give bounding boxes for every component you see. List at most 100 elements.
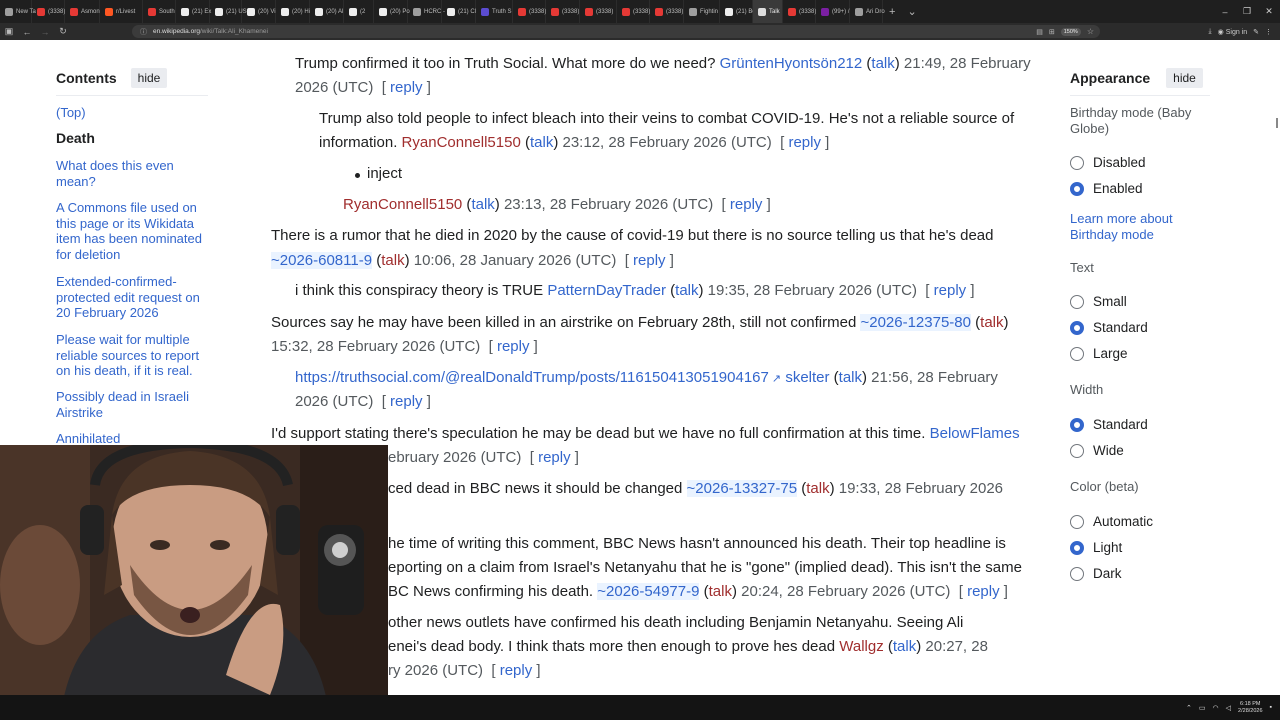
radio-option[interactable]: Enabled — [1070, 181, 1143, 196]
network-icon[interactable]: ▭ — [1199, 704, 1206, 712]
radio-option[interactable]: Large — [1070, 346, 1128, 361]
browser-tab[interactable]: (21) Ex — [176, 0, 211, 23]
notification-icon[interactable]: ▪ — [1270, 704, 1272, 711]
downloads-icon[interactable]: ⤓ — [1209, 28, 1212, 36]
scrollbar-thumb[interactable] — [1276, 118, 1278, 128]
talk-link[interactable]: talk — [381, 252, 404, 269]
browser-tab[interactable]: (20) Vi — [242, 0, 276, 23]
user-link[interactable]: BelowFlames — [930, 425, 1020, 442]
talk-link[interactable]: talk — [709, 583, 732, 600]
browser-tab[interactable]: (20) Hi — [276, 0, 310, 23]
reply-link[interactable]: reply — [390, 393, 423, 410]
radio-option[interactable]: Standard — [1070, 417, 1148, 432]
menu-icon[interactable]: ⋮ — [1265, 28, 1272, 36]
radio-button[interactable] — [1070, 346, 1084, 361]
user-link[interactable]: ~2026-60811-9 — [271, 252, 373, 269]
user-link[interactable]: ~2026-54977-9 — [597, 583, 700, 600]
reply-link[interactable]: reply — [538, 449, 571, 466]
reply-link[interactable]: reply — [497, 338, 530, 355]
radio-option[interactable]: Standard — [1070, 320, 1148, 335]
volume-icon[interactable]: ◁ — [1226, 704, 1231, 712]
new-tab-button[interactable]: + — [883, 6, 901, 18]
toc-hide-button[interactable]: hide — [130, 68, 168, 88]
bookmark-star-icon[interactable]: ☆ — [1087, 27, 1094, 36]
browser-tab[interactable]: (3338) — [580, 0, 617, 23]
user-link[interactable]: skelter — [785, 369, 829, 386]
tray-chevron-icon[interactable]: ⌃ — [1186, 704, 1192, 712]
browser-tab[interactable]: Asmon — [65, 0, 100, 23]
appearance-hide-button[interactable]: hide — [1166, 68, 1203, 88]
radio-option[interactable]: Light — [1070, 540, 1122, 555]
talk-link[interactable]: talk — [893, 638, 916, 655]
toc-item[interactable]: (Top) — [56, 105, 206, 121]
browser-tab[interactable]: (2 — [344, 0, 374, 23]
toc-item[interactable]: What does this even mean? — [56, 158, 206, 189]
radio-option[interactable]: Dark — [1070, 566, 1122, 581]
radio-option[interactable]: Automatic — [1070, 514, 1153, 529]
reply-link[interactable]: reply — [633, 252, 666, 269]
talk-link[interactable]: talk — [530, 134, 553, 151]
external-link[interactable]: https://truthsocial.com/@realDonaldTrump… — [295, 369, 769, 386]
radio-button[interactable] — [1070, 155, 1084, 170]
browser-tab[interactable]: (99+) / — [816, 0, 850, 23]
reply-link[interactable]: reply — [967, 583, 1000, 600]
profile-icon[interactable]: ◉ Sign in — [1218, 28, 1247, 36]
restore-icon[interactable]: ❐ — [1236, 6, 1258, 17]
talk-link[interactable]: talk — [839, 369, 862, 386]
radio-option[interactable]: Small — [1070, 294, 1127, 309]
browser-tab[interactable]: (3338) — [32, 0, 65, 23]
minimize-icon[interactable]: – — [1214, 7, 1236, 17]
radio-button[interactable] — [1070, 320, 1084, 335]
user-link[interactable]: GrüntenHyontsön212 — [720, 55, 863, 72]
browser-tab[interactable]: Fightin — [684, 0, 720, 23]
reader-icon[interactable]: ▤ — [1036, 28, 1043, 36]
address-bar[interactable]: ⓘ en.wikipedia.org/wiki/Talk:Ali_Khamene… — [132, 25, 1100, 38]
clock[interactable]: 6:18 PM 2/28/2026 — [1238, 701, 1262, 715]
radio-button[interactable] — [1070, 181, 1084, 196]
radio-option[interactable]: Wide — [1070, 443, 1124, 458]
toc-item[interactable]: Possibly dead in Israeli Airstrike — [56, 389, 206, 420]
browser-tab[interactable]: r/Livest — [100, 0, 143, 23]
browser-tab[interactable]: (3338) — [650, 0, 684, 23]
site-info-icon[interactable]: ⓘ — [140, 27, 147, 37]
talk-link[interactable]: talk — [675, 282, 698, 299]
translate-icon[interactable]: ⊞ — [1049, 28, 1055, 36]
radio-button[interactable] — [1070, 514, 1084, 529]
learn-more-link[interactable]: Learn more about Birthday mode — [1070, 211, 1210, 242]
reply-link[interactable]: reply — [788, 134, 821, 151]
browser-tab[interactable]: (3338) — [783, 0, 816, 23]
reply-link[interactable]: reply — [390, 79, 423, 96]
radio-button[interactable] — [1070, 540, 1084, 555]
browser-tab[interactable]: (3338) — [546, 0, 580, 23]
reply-link[interactable]: reply — [500, 662, 533, 679]
tab-search-icon[interactable]: ⌄ — [901, 5, 922, 18]
browser-tab[interactable]: (3338) — [617, 0, 650, 23]
wifi-icon[interactable]: ◠ — [1213, 704, 1219, 712]
talk-link[interactable]: talk — [806, 480, 829, 497]
browser-tab[interactable]: South — [143, 0, 176, 23]
back-icon[interactable]: ← — [18, 27, 36, 37]
user-link[interactable]: PatternDayTrader — [547, 282, 666, 299]
browser-tab[interactable]: (3338) — [513, 0, 546, 23]
radio-button[interactable] — [1070, 443, 1084, 458]
browser-tab[interactable]: (21) Bo — [720, 0, 756, 23]
browser-tab[interactable]: (20) Po — [374, 0, 410, 23]
browser-tab[interactable]: Ari Dro — [850, 0, 885, 23]
radio-option[interactable]: Disabled — [1070, 155, 1146, 170]
radio-button[interactable] — [1070, 294, 1084, 309]
toc-item[interactable]: Extended-confirmed-protected edit reques… — [56, 274, 206, 321]
talk-link[interactable]: talk — [471, 196, 494, 213]
browser-tab[interactable]: Truth S — [476, 0, 513, 23]
browser-tab[interactable]: (20) Al — [310, 0, 344, 23]
browser-tab[interactable]: New Ta — [0, 0, 36, 23]
talk-link[interactable]: talk — [871, 55, 894, 72]
extensions-icon[interactable]: ✎ — [1253, 28, 1259, 36]
close-window-icon[interactable]: ✕ — [1258, 6, 1280, 17]
browser-tab[interactable]: (21) US — [210, 0, 247, 23]
browser-tab[interactable]: (21) Cl — [442, 0, 476, 23]
zoom-badge[interactable]: 150% — [1060, 27, 1081, 36]
browser-tab[interactable]: HCRC - — [408, 0, 445, 23]
toc-item[interactable]: Please wait for multiple reliable source… — [56, 332, 206, 379]
toc-item[interactable]: A Commons file used on this page or its … — [56, 200, 206, 262]
radio-button[interactable] — [1070, 417, 1084, 432]
